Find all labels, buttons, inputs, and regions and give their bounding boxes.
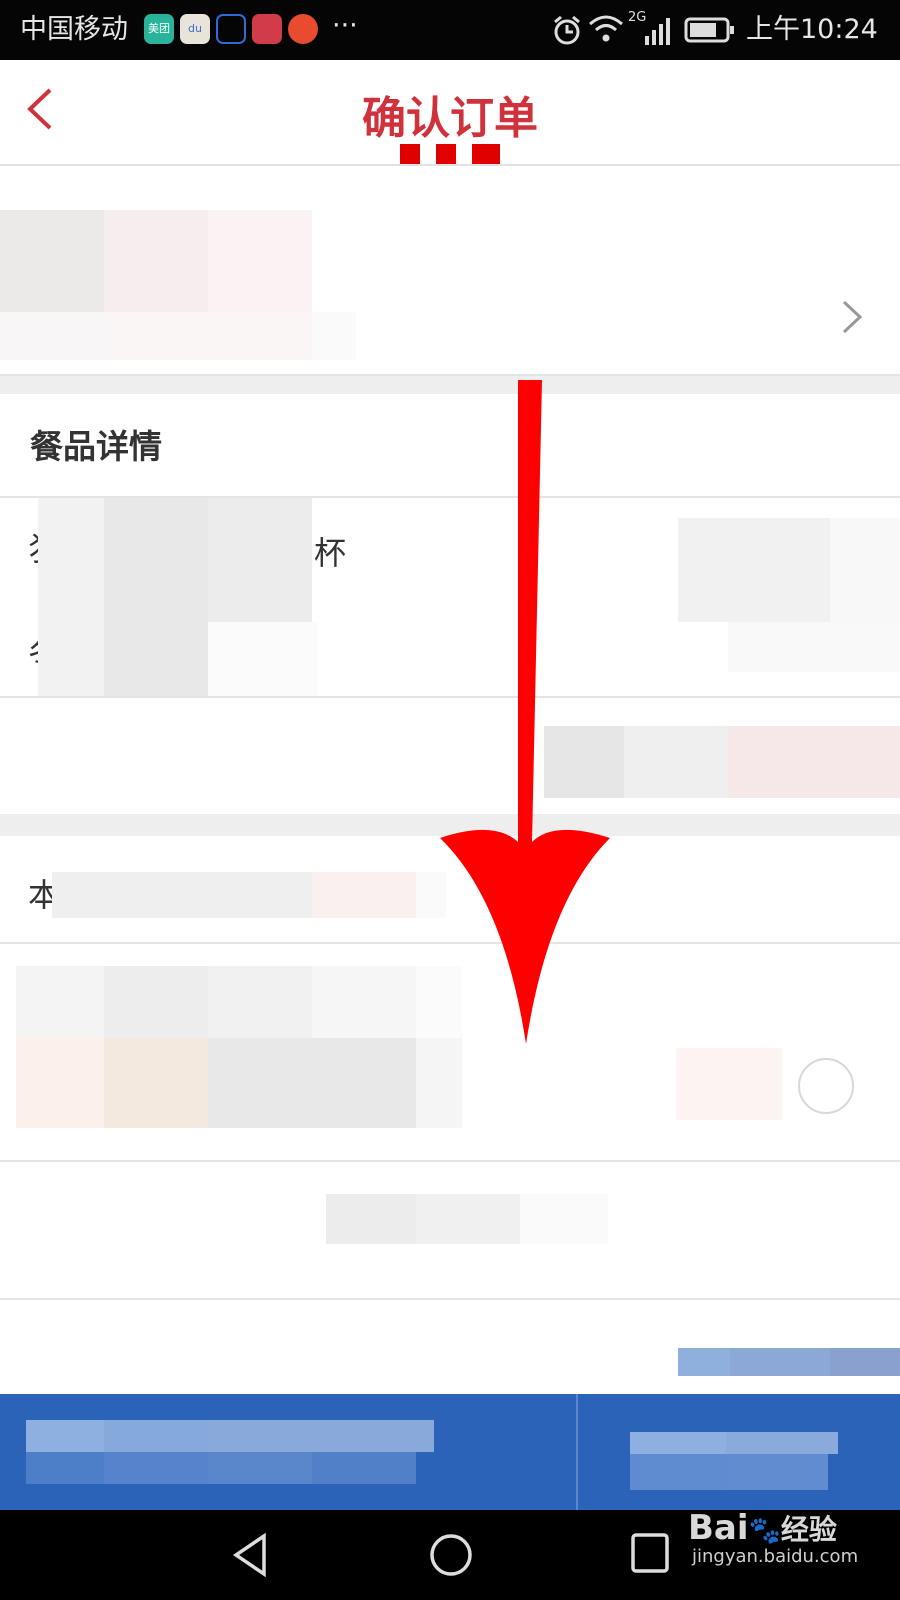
redacted-block	[208, 1452, 312, 1484]
redacted-block	[208, 210, 312, 312]
redacted-block	[16, 1038, 104, 1128]
signal-icon	[645, 18, 670, 45]
annotation-dash	[400, 144, 420, 164]
home-nav-icon[interactable]	[428, 1532, 474, 1578]
redacted-block	[416, 1038, 462, 1128]
redacted-block	[104, 1038, 208, 1128]
redacted-block	[104, 1420, 208, 1452]
redacted-block	[676, 1048, 782, 1120]
status-bar: 中国移动 美团 du ··· 2G 上午10:24	[0, 0, 900, 60]
redacted-block	[630, 1454, 726, 1490]
clock: 上午10:24	[746, 14, 878, 45]
redacted-block	[730, 1348, 830, 1376]
redacted-block	[26, 1420, 104, 1452]
redacted-block	[830, 1348, 900, 1376]
redacted-block	[312, 872, 416, 918]
redacted-block	[830, 518, 900, 622]
play-app-icon	[288, 14, 318, 44]
item-name-fragment: 杯	[314, 534, 347, 572]
map-app-icon: du	[180, 14, 210, 44]
qq-icon	[216, 14, 246, 44]
wifi-icon	[589, 15, 623, 42]
total-summary	[0, 1394, 576, 1510]
redacted-block	[326, 1194, 416, 1244]
redacted-block	[312, 966, 416, 1038]
video-app-icon	[252, 14, 282, 44]
redacted-block	[678, 1348, 730, 1376]
redacted-block	[208, 1420, 434, 1452]
annotation-dash	[436, 144, 456, 164]
redacted-block	[312, 1452, 416, 1484]
redacted-block	[624, 726, 728, 798]
battery-icon	[684, 17, 734, 43]
redacted-block	[726, 1432, 838, 1454]
annotation-dash	[480, 144, 500, 164]
redacted-block	[520, 1194, 608, 1244]
redacted-block	[678, 518, 830, 622]
redacted-block	[208, 622, 318, 696]
redacted-block	[728, 622, 900, 672]
back-nav-icon[interactable]	[228, 1530, 274, 1580]
redacted-block	[38, 498, 104, 696]
option-radio[interactable]	[798, 1058, 854, 1114]
watermark-url: jingyan.baidu.com	[692, 1546, 859, 1567]
carrier-label: 中国移动	[20, 14, 128, 45]
redacted-block	[208, 1038, 416, 1128]
page-title: 确认订单	[362, 93, 538, 144]
more-notifications: ···	[332, 10, 358, 41]
header: 确认订单	[0, 60, 900, 166]
alarm-icon	[554, 15, 580, 45]
redacted-block	[16, 966, 104, 1038]
redacted-block	[208, 966, 312, 1038]
redacted-block	[630, 1432, 726, 1454]
redacted-block	[104, 312, 312, 360]
redacted-block	[104, 210, 208, 312]
redacted-block	[104, 498, 208, 696]
divider	[0, 1160, 900, 1162]
address-row[interactable]	[0, 166, 900, 374]
submit-order-button[interactable]	[578, 1394, 900, 1510]
redacted-block	[0, 312, 104, 360]
redacted-block	[52, 872, 312, 918]
bottom-action-bar	[0, 1394, 900, 1510]
meituan-app-icon: 美团	[144, 14, 174, 44]
redacted-block	[104, 966, 208, 1038]
redacted-block	[104, 1452, 208, 1484]
redacted-block	[728, 726, 900, 798]
redacted-block	[208, 498, 312, 622]
redacted-block	[416, 1194, 520, 1244]
section-title: 餐品详情	[30, 427, 162, 466]
redacted-block	[26, 1452, 104, 1484]
redacted-block	[0, 210, 104, 312]
redacted-block	[312, 312, 356, 360]
divider	[0, 1298, 900, 1300]
baidu-logo: Bai🐾经验	[688, 1508, 837, 1548]
redacted-block	[726, 1454, 828, 1490]
recent-apps-icon[interactable]	[630, 1532, 670, 1574]
arrow-down-icon	[440, 380, 610, 1044]
chevron-right-icon[interactable]	[834, 294, 868, 340]
